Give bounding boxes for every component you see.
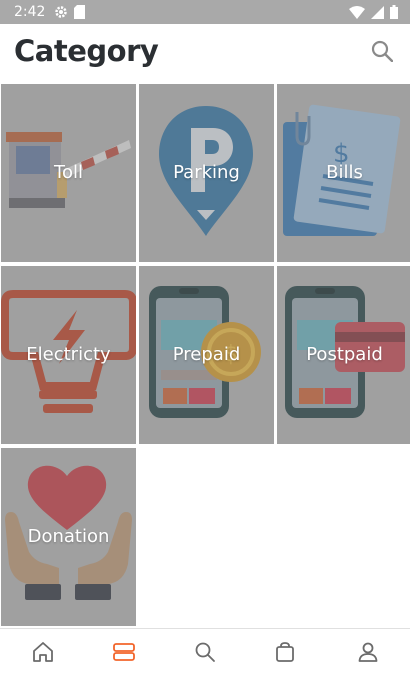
nav-home[interactable] — [30, 641, 56, 667]
nav-bag[interactable] — [272, 641, 298, 667]
category-tile-toll[interactable]: Toll — [1, 84, 136, 262]
category-label: Donation — [27, 526, 110, 547]
category-tile-postpaid[interactable]: Postpaid — [277, 266, 410, 444]
category-label: Postpaid — [306, 344, 383, 365]
category-tile-donation[interactable]: Donation — [1, 448, 136, 626]
app-bar: Category — [0, 24, 410, 84]
category-label: Bills — [326, 162, 363, 183]
signal-icon — [371, 5, 384, 24]
status-bar: 2:42 — [0, 0, 410, 24]
nav-profile[interactable] — [355, 641, 381, 667]
search-icon — [194, 641, 216, 668]
nav-search[interactable] — [192, 641, 218, 667]
sd-card-icon — [74, 5, 85, 24]
home-icon — [31, 640, 55, 669]
category-icon — [112, 640, 136, 669]
category-tile-parking[interactable]: Parking — [139, 84, 274, 262]
nav-category[interactable] — [111, 641, 137, 667]
category-tile-bills[interactable]: $ Bills — [277, 84, 410, 262]
settings-icon — [54, 5, 68, 24]
category-tile-electricty[interactable]: Electricty — [1, 266, 136, 444]
category-label: Toll — [54, 162, 83, 183]
wifi-icon — [349, 5, 365, 24]
search-button[interactable] — [368, 39, 396, 67]
battery-icon — [390, 5, 398, 24]
category-tile-prepaid[interactable]: $ Prepaid — [139, 266, 274, 444]
status-time: 2:42 — [14, 4, 46, 20]
category-label: Electricty — [26, 344, 111, 365]
search-icon — [371, 40, 394, 67]
bag-icon — [274, 641, 296, 668]
category-label: Prepaid — [172, 344, 241, 365]
page-title: Category — [14, 34, 159, 68]
category-label: Parking — [173, 162, 240, 183]
profile-icon — [357, 641, 379, 668]
bottom-navigation — [0, 628, 410, 678]
